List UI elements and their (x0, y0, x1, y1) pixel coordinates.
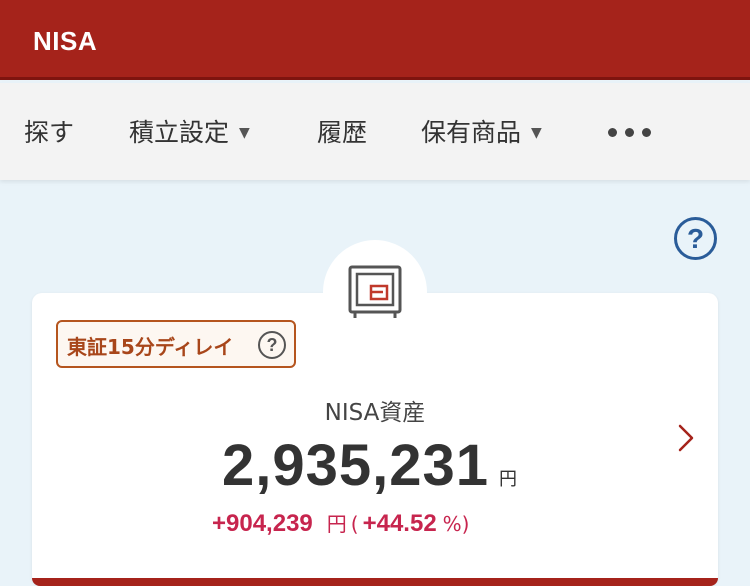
app-header: NISA (0, 0, 750, 80)
asset-label: NISA資産 (324, 400, 426, 426)
change-percent: +44.52 (362, 510, 437, 537)
page-title: NISA (33, 26, 98, 56)
asset-value: 2,935,231 (222, 433, 490, 498)
caret-down-icon: ▼ (531, 125, 542, 141)
change-amount: +904,239 (212, 510, 313, 537)
card-accent-bar (32, 578, 718, 586)
chevron-right-icon[interactable] (676, 423, 696, 453)
nav-item-label: 積立設定 (129, 118, 230, 147)
safe-icon (348, 265, 402, 318)
change-percent-sign: %) (442, 512, 470, 536)
asset-unit: 円 (499, 469, 518, 490)
change-paren-open: ( (350, 512, 359, 536)
nav-item-savings-settings[interactable]: 積立設定 ▼ (129, 113, 250, 149)
caret-down-icon: ▼ (239, 125, 250, 141)
more-dot (625, 128, 634, 137)
more-dot (608, 128, 617, 137)
more-horizontal-icon[interactable] (608, 122, 659, 142)
delay-label: 東証15分ディレイ (67, 335, 234, 359)
nav-item-label: 履歴 (317, 118, 368, 147)
delay-help-icon[interactable]: ? (258, 331, 286, 359)
change-unit: 円 (326, 512, 347, 536)
nav-item-search[interactable]: 探す (24, 113, 74, 149)
change-row: +904,239 円(+44.52%) (212, 508, 469, 538)
more-dot (642, 128, 651, 137)
nav-item-holdings[interactable]: 保有商品 ▼ (421, 113, 542, 149)
nav-item-history[interactable]: 履歴 (317, 113, 367, 149)
delay-badge: 東証15分ディレイ ? (56, 320, 296, 368)
nav-item-label: 探す (24, 118, 75, 147)
help-icon[interactable]: ? (674, 217, 717, 260)
asset-value-row: 2,935,231 円 (222, 432, 517, 499)
nav-item-label: 保有商品 (421, 118, 522, 147)
